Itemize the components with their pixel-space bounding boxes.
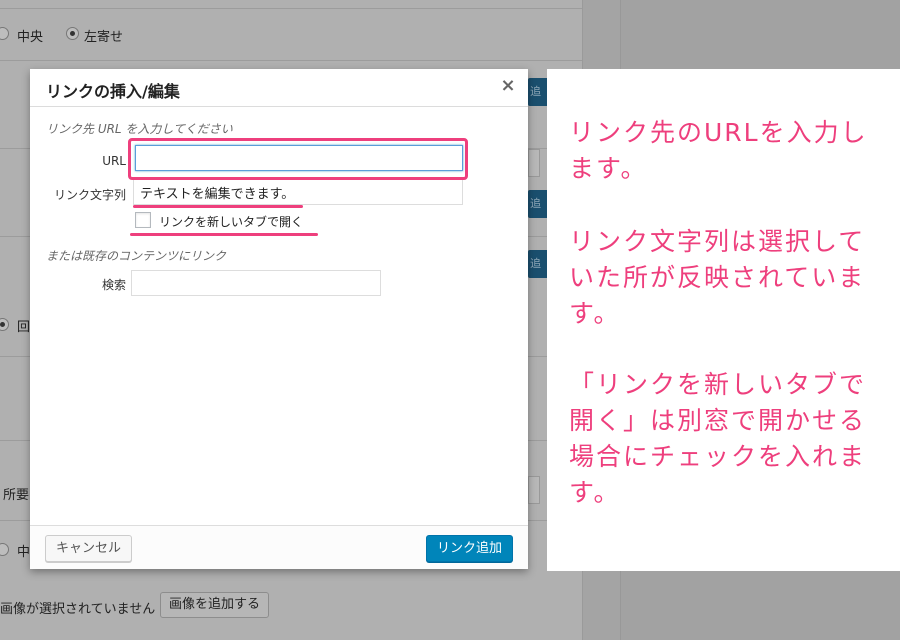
background-input[interactable]	[528, 476, 540, 504]
close-icon[interactable]: ×	[498, 76, 518, 96]
annotation-link-text: リンク文字列は選択していた所が反映されています。	[569, 227, 866, 328]
background-input[interactable]	[528, 149, 540, 177]
new-tab-checkbox[interactable]	[135, 212, 151, 228]
search-label: 検索	[101, 278, 126, 292]
background-partial-label: 回	[17, 320, 31, 335]
url-section-label: リンク先 URL を入力してください	[46, 122, 233, 136]
existing-content-label: または既存のコンテンツにリンク	[46, 249, 227, 263]
url-highlight-box	[128, 138, 468, 180]
url-label: URL	[102, 154, 126, 168]
search-input[interactable]	[131, 270, 381, 296]
align-center-label: 中央	[17, 30, 44, 45]
link-text-input[interactable]	[133, 179, 463, 205]
align-left-label: 左寄せ	[84, 30, 124, 45]
background-partial-label: 中	[17, 545, 31, 560]
background-partial-label: 所要	[3, 488, 30, 503]
link-text-label: リンク文字列	[53, 188, 126, 202]
annotation-panel: リンク先のURLを入力します。 リンク文字列は選択していた所が反映されています。…	[547, 69, 900, 571]
annotation-new-tab: 「リンクを新しいタブで開く」は別窓で開かせる場合にチェックを入れます。	[569, 370, 867, 507]
cancel-button[interactable]: キャンセル	[45, 535, 133, 562]
new-tab-underline	[130, 233, 318, 236]
background-divider	[0, 8, 582, 9]
add-image-button[interactable]: 画像を追加する	[160, 592, 270, 618]
no-image-text: 画像が選択されていません	[0, 602, 156, 617]
annotation-url: リンク先のURLを入力します。	[569, 118, 868, 183]
radio-align-left[interactable]	[66, 27, 79, 40]
add-link-button[interactable]: リンク追加	[425, 535, 513, 562]
background-divider	[0, 60, 582, 61]
title-separator	[30, 106, 528, 107]
new-tab-label: リンクを新しいタブで開く	[159, 215, 304, 229]
link-text-underline	[133, 205, 303, 208]
dialog-footer: キャンセル リンク追加	[30, 525, 528, 569]
dialog-title: リンクの挿入/編集	[46, 82, 180, 101]
